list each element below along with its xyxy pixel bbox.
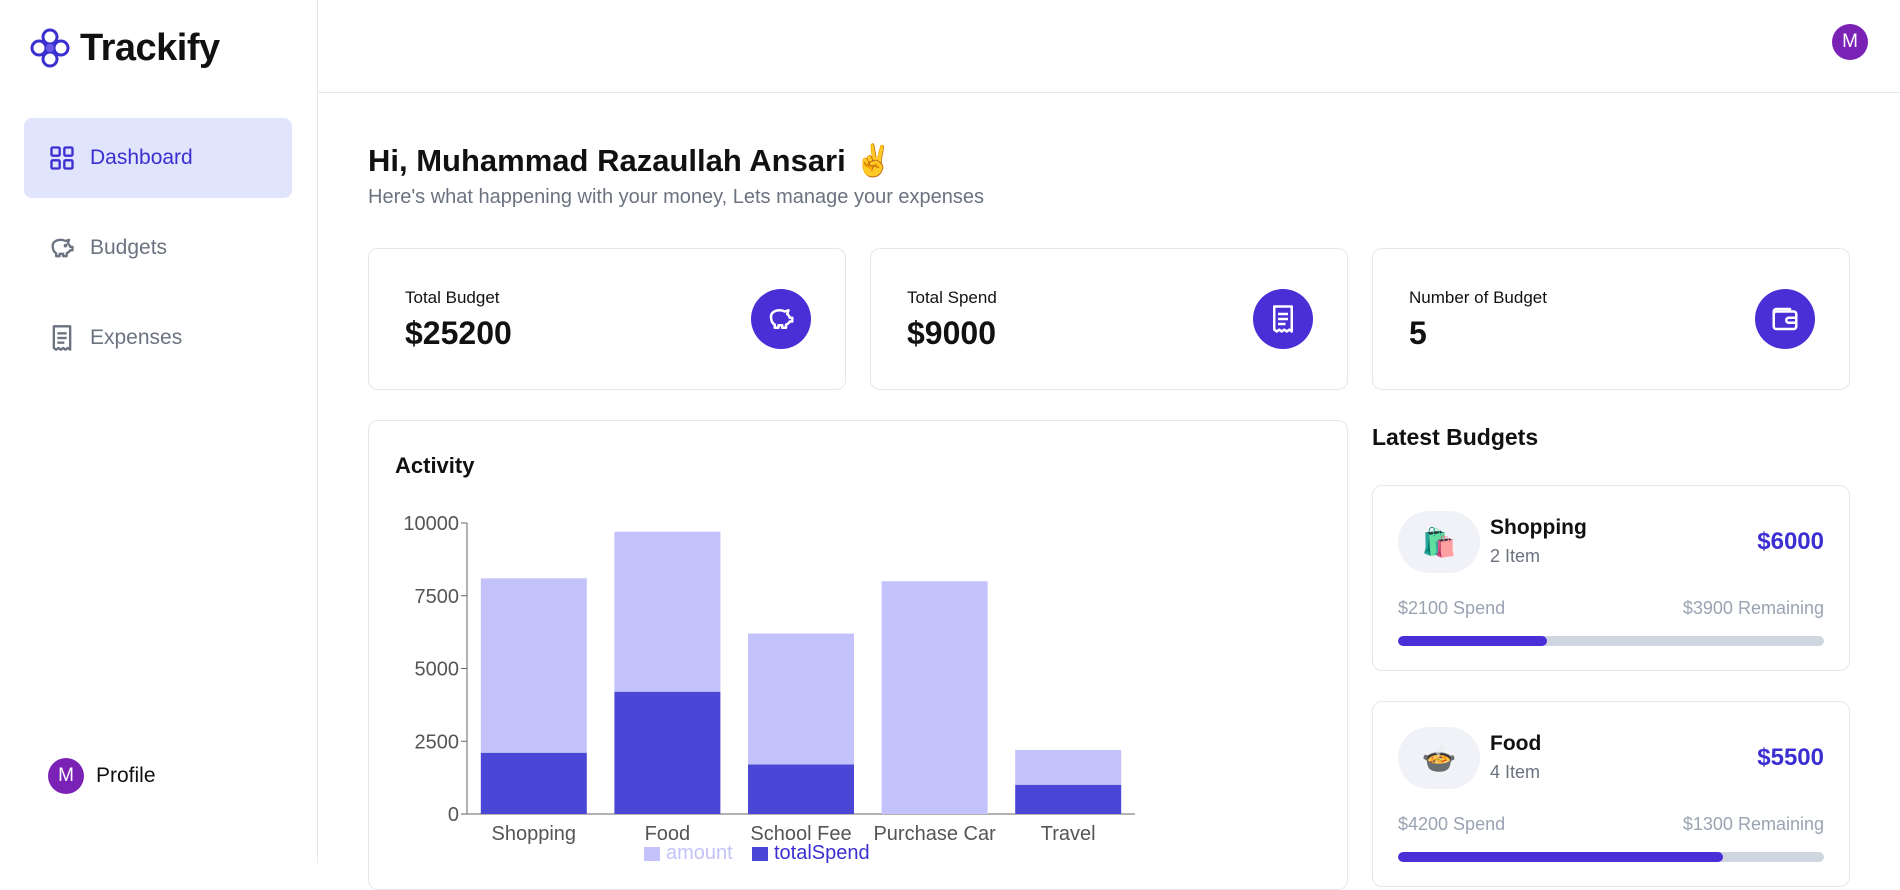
dashboard-icon: [50, 146, 74, 170]
bar-amount: [480, 578, 587, 753]
shopping-bag-icon: 🛍️: [1398, 511, 1480, 573]
profile-label: Profile: [96, 764, 156, 787]
bar-total-spend: [614, 691, 721, 814]
stat-icon: [1253, 289, 1313, 349]
y-tick-label: 7500: [415, 586, 460, 608]
budget-name: Food: [1490, 732, 1542, 755]
budget-spend: $2100 Spend: [1398, 598, 1506, 618]
stat-value: $9000: [907, 315, 996, 351]
stat-card-total-spend: Total Spend $9000: [870, 248, 1348, 390]
sidebar-item-label: Expenses: [90, 326, 183, 349]
legend-swatch: [752, 847, 768, 861]
budget-progress-track: [1398, 852, 1824, 862]
piggy-bank-icon: [51, 238, 74, 258]
budget-amount: $6000: [1757, 528, 1824, 555]
stat-icon: [1755, 289, 1815, 349]
sidebar: Trackify Dashboard Budgets Expenses M Pr…: [0, 0, 318, 863]
legend-label: totalSpend: [774, 842, 870, 864]
activity-card: Activity 0 2500 5000 7500 10000 Shopping Food S…: [368, 420, 1348, 890]
x-tick-label: Shopping: [492, 823, 577, 845]
x-tick-label: Purchase Car: [873, 823, 996, 845]
sidebar-item-label: Dashboard: [90, 146, 193, 169]
bar-total-spend: [480, 752, 587, 814]
avatar: M: [48, 758, 84, 794]
bar-total-spend: [1015, 784, 1122, 814]
bar-amount: [1015, 749, 1122, 785]
bar-amount: [748, 633, 854, 765]
profile-link[interactable]: M Profile: [48, 758, 156, 794]
y-tick-label: 2500: [415, 731, 460, 753]
stat-label: Number of Budget: [1409, 288, 1547, 307]
wallet-icon: [1772, 307, 1798, 331]
sidebar-item-expenses[interactable]: Expenses: [24, 298, 292, 378]
app-name: Trackify: [80, 26, 220, 69]
bar-total-spend: [748, 764, 854, 814]
budget-amount: $5500: [1757, 744, 1824, 771]
budget-card-shopping[interactable]: 🛍️ Shopping 2 Item $6000 $2100 Spend $39…: [1372, 485, 1850, 671]
stat-label: Total Spend: [907, 288, 997, 307]
stat-card-number-of-budget: Number of Budget 5: [1372, 248, 1850, 390]
bar-amount: [881, 581, 988, 814]
stat-card-total-budget: Total Budget $25200: [368, 248, 846, 390]
budget-remaining: $3900 Remaining: [1682, 598, 1824, 618]
budget-spend: $4200 Spend: [1398, 814, 1506, 834]
sidebar-item-label: Budgets: [90, 236, 168, 259]
budget-remaining: $1300 Remaining: [1682, 814, 1824, 834]
page-subtitle: Here's what happening with your money, L…: [368, 186, 985, 208]
stat-icon: [751, 289, 811, 349]
legend-swatch: [644, 847, 660, 861]
y-tick-label: 10000: [403, 513, 459, 535]
piggy-bank-icon: [769, 309, 794, 329]
budget-progress-track: [1398, 636, 1824, 646]
food-icon: 🍲: [1398, 727, 1480, 789]
stat-value: 5: [1409, 315, 1427, 351]
brand[interactable]: Trackify: [28, 26, 220, 70]
activity-chart: 025005000750010000Shopping Food School Fee…: [403, 513, 1135, 864]
page-title: Hi, Muhammad Razaullah Ansari ✌️: [368, 143, 893, 178]
y-tick-label: 5000: [415, 659, 460, 681]
sidebar-item-dashboard[interactable]: Dashboard: [24, 118, 292, 198]
topbar: M: [318, 0, 1900, 93]
budget-card-food[interactable]: 🍲 Food 4 Item $5500 $4200 Spend $1300 Re…: [1372, 701, 1850, 887]
budget-progress-fill: [1398, 636, 1548, 646]
budget-progress-fill: [1398, 852, 1724, 862]
latest-budgets-title: Latest Budgets: [1372, 424, 1539, 450]
budget-name: Shopping: [1490, 516, 1587, 539]
y-tick-label: 0: [448, 804, 459, 826]
sidebar-item-budgets[interactable]: Budgets: [24, 208, 292, 288]
budget-items: 2 Item: [1490, 546, 1541, 566]
bar-amount: [614, 531, 721, 692]
user-avatar[interactable]: M: [1832, 24, 1868, 60]
stat-value: $25200: [405, 315, 512, 351]
receipt-icon: [52, 325, 72, 351]
logo-icon: [30, 28, 70, 68]
legend-label: amount: [666, 842, 733, 864]
receipt-icon: [1273, 305, 1293, 333]
stat-label: Total Budget: [405, 288, 500, 307]
budget-items: 4 Item: [1490, 762, 1541, 782]
x-tick-label: Travel: [1041, 823, 1096, 845]
